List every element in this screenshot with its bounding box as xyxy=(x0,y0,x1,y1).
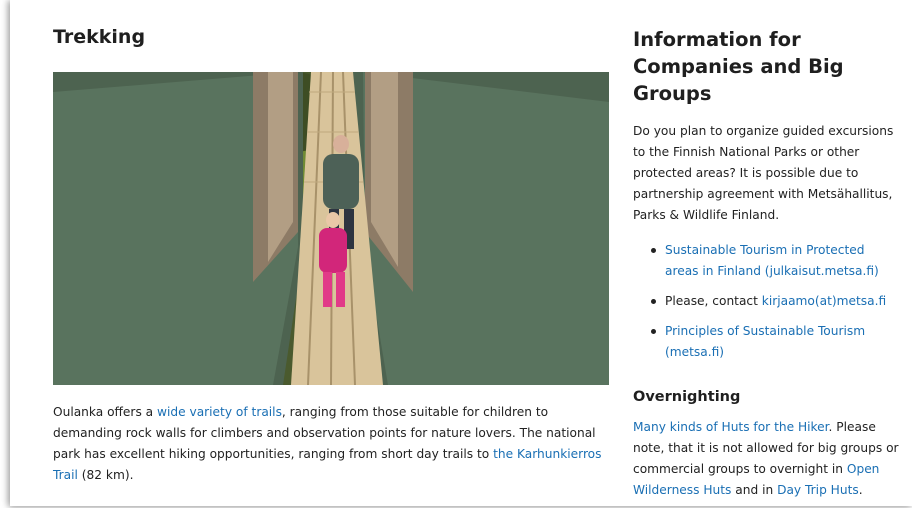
info-intro: Do you plan to organize guided excursion… xyxy=(633,124,894,222)
overnighting-text: Many kinds of Huts for the Hiker. Please… xyxy=(633,417,901,501)
huts-link[interactable]: Many kinds of Huts for the Hiker xyxy=(633,420,829,434)
trekking-description: Oulanka offers a wide variety of trails,… xyxy=(53,402,609,486)
overnighting-text-3: . xyxy=(858,483,863,497)
contact-text: Please, contact xyxy=(665,294,762,308)
bridge-illustration xyxy=(53,72,609,385)
trekking-text-3: (82 km). xyxy=(77,468,134,482)
trails-link[interactable]: wide variety of trails xyxy=(157,405,282,419)
info-heading: Information for Companies and Big Groups xyxy=(633,28,844,105)
principles-link[interactable]: Principles of Sustainable Tourism (metsa… xyxy=(665,324,865,359)
sustainable-tourism-link[interactable]: Sustainable Tourism in Protected areas i… xyxy=(665,243,879,278)
info-sidebar: Information for Companies and Big Groups… xyxy=(633,26,901,501)
suspension-bridge-photo xyxy=(53,72,609,385)
list-item: Sustainable Tourism in Protected areas i… xyxy=(633,240,901,282)
trekking-section: Trekking Oulanka offers a wide variety o… xyxy=(53,22,613,482)
list-item: Please, contact kirjaamo(at)metsa.fi xyxy=(633,291,901,312)
trekking-text-1: Oulanka offers a xyxy=(53,405,158,419)
day-trip-huts-link[interactable]: Day Trip Huts xyxy=(777,483,859,497)
overnighting-heading: Overnighting xyxy=(633,389,741,405)
kirjaamo-email-link[interactable]: kirjaamo(at)metsa.fi xyxy=(762,294,886,308)
overnighting-text-2: and in xyxy=(731,483,778,497)
trekking-heading: Trekking xyxy=(53,26,146,48)
info-links-list: Sustainable Tourism in Protected areas i… xyxy=(633,240,901,363)
list-item: Principles of Sustainable Tourism (metsa… xyxy=(633,321,901,363)
